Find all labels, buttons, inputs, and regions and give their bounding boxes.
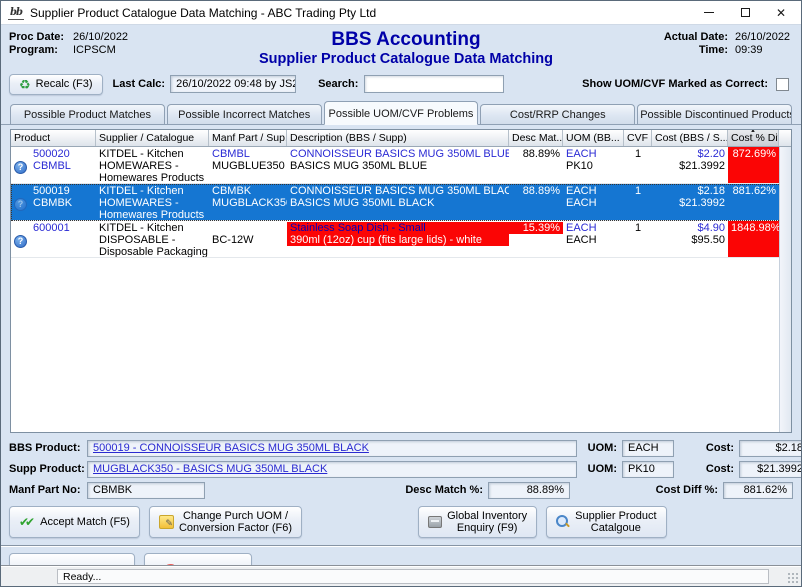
supp-uom-label: UOM: bbox=[577, 463, 617, 475]
search-input[interactable] bbox=[364, 75, 504, 93]
status-bar: Ready... bbox=[1, 565, 801, 586]
vertical-scrollbar[interactable] bbox=[779, 147, 791, 432]
recalc-button[interactable]: ♻ Recalc (F3) bbox=[9, 74, 103, 95]
show-uom-label: Show UOM/CVF Marked as Correct: bbox=[582, 78, 768, 90]
program-label: Program: bbox=[9, 44, 73, 56]
bbs-cost-label: Cost: bbox=[674, 442, 734, 454]
bbs-cost-field: $2.18 bbox=[739, 440, 802, 457]
window-close-button[interactable]: ✕ bbox=[763, 1, 799, 24]
program-value: ICPSCM bbox=[73, 44, 116, 56]
change-purch-uom-button[interactable]: ✎ Change Purch UOM / Conversion Factor (… bbox=[149, 506, 302, 538]
manf-part-field: CBMBK bbox=[87, 482, 205, 499]
bbs-product-field: 500019 - CONNOISSEUR BASICS MUG 350ML BL… bbox=[87, 440, 577, 457]
toolbar: ♻ Recalc (F3) Last Calc: 26/10/2022 09:4… bbox=[1, 67, 801, 97]
inventory-icon bbox=[428, 516, 442, 528]
maximize-icon bbox=[741, 8, 750, 17]
column-header-manf-part-sup[interactable]: Manf Part / Sup... bbox=[209, 130, 287, 146]
supp-cost-field: $21.3992 bbox=[739, 461, 802, 478]
supplier-catalogue-button[interactable]: Supplier Product Catalgoue bbox=[546, 506, 666, 538]
double-check-icon: ✔✔ bbox=[19, 516, 31, 528]
bbs-product-label: BBS Product: bbox=[9, 442, 87, 454]
search-label: Search: bbox=[318, 78, 358, 90]
last-calc-field: 26/10/2022 09:48 by JS2 bbox=[170, 75, 296, 93]
minimize-icon bbox=[704, 12, 714, 13]
manf-part-label: Manf Part No: bbox=[9, 484, 87, 496]
column-header-cost-diff[interactable]: Cost % Diff▲ bbox=[728, 130, 779, 146]
global-inventory-label-line1: Global Inventory bbox=[447, 510, 527, 522]
column-header-desc-mat[interactable]: Desc Mat... bbox=[509, 130, 563, 146]
supp-product-label: Supp Product: bbox=[9, 463, 87, 475]
tab-possible-product-matches[interactable]: Possible Product Matches bbox=[10, 104, 165, 124]
tab-possible-uom-cvf-problems[interactable]: Possible UOM/CVF Problems bbox=[324, 101, 479, 125]
change-purch-label-line2: Conversion Factor (F6) bbox=[179, 522, 292, 534]
actual-date-value: 26/10/2022 bbox=[735, 31, 793, 43]
minimize-button[interactable] bbox=[691, 1, 727, 24]
app-window: bb Supplier Product Catalogue Data Match… bbox=[0, 0, 802, 587]
accept-match-label: Accept Match (F5) bbox=[40, 516, 130, 528]
tab-possible-discontinued-products[interactable]: Possible Discontinued Products bbox=[637, 104, 792, 124]
sort-asc-icon: ▲ bbox=[750, 130, 756, 134]
show-uom-checkbox[interactable] bbox=[776, 78, 789, 91]
supplier-catalogue-label-line2: Catalgoue bbox=[591, 522, 641, 534]
magnifier-icon bbox=[556, 515, 570, 529]
proc-date-label: Proc Date: bbox=[9, 31, 73, 43]
change-purch-label-line1: Change Purch UOM / bbox=[183, 510, 288, 522]
supp-product-field: MUGBLACK350 - BASICS MUG 350ML BLACK bbox=[87, 461, 577, 478]
page-title: Supplier Product Catalogue Data Matching bbox=[224, 52, 588, 67]
question-icon: ? bbox=[14, 161, 27, 174]
action-buttons: ✔✔ Accept Match (F5) ✎ Change Purch UOM … bbox=[1, 502, 801, 538]
column-header-cost-bbs-s[interactable]: Cost (BBS / S... bbox=[652, 130, 728, 146]
desc-match-field: 88.89% bbox=[488, 482, 570, 499]
maximize-button[interactable] bbox=[727, 1, 763, 24]
supp-cost-label: Cost: bbox=[674, 463, 734, 475]
proc-date-value: 26/10/2022 bbox=[73, 31, 128, 43]
bbs-product-link[interactable]: 500019 - CONNOISSEUR BASICS MUG 350ML BL… bbox=[93, 442, 369, 454]
app-logo-icon: bb bbox=[8, 5, 24, 20]
edit-note-icon: ✎ bbox=[159, 515, 174, 529]
recycle-icon: ♻ bbox=[19, 78, 31, 91]
results-grid: ProductSupplier / CatalogueManf Part / S… bbox=[10, 129, 792, 433]
table-row[interactable]: ?500020CBMBLKITDEL - KitchenHOMEWARES -H… bbox=[11, 147, 791, 184]
status-message: Ready... bbox=[57, 569, 769, 584]
cost-diff-label: Cost Diff %: bbox=[570, 484, 718, 496]
title-bar: bb Supplier Product Catalogue Data Match… bbox=[1, 1, 801, 25]
question-icon: ? bbox=[14, 198, 27, 211]
recalc-button-label: Recalc (F3) bbox=[36, 78, 93, 90]
bbs-uom-label: UOM: bbox=[577, 442, 617, 454]
tab-cost-rrp-changes[interactable]: Cost/RRP Changes bbox=[480, 104, 635, 124]
time-label: Time: bbox=[699, 44, 728, 56]
detail-panel: BBS Product: 500019 - CONNOISSEUR BASICS… bbox=[9, 439, 793, 499]
grid-header-row: ProductSupplier / CatalogueManf Part / S… bbox=[11, 130, 791, 147]
tab-possible-incorrect-matches[interactable]: Possible Incorrect Matches bbox=[167, 104, 322, 124]
tab-strip: Possible Product MatchesPossible Incorre… bbox=[1, 101, 801, 125]
bbs-uom-field: EACH bbox=[622, 440, 674, 457]
table-row[interactable]: ?600001KITDEL - KitchenDISPOSABLE -Dispo… bbox=[11, 221, 791, 258]
cost-diff-field: 881.62% bbox=[723, 482, 793, 499]
actual-date-label: Actual Date: bbox=[664, 31, 728, 43]
column-header-supplier-catalogue[interactable]: Supplier / Catalogue bbox=[96, 130, 209, 146]
app-title: BBS Accounting bbox=[224, 30, 588, 50]
window-title: Supplier Product Catalogue Data Matching… bbox=[30, 6, 376, 20]
supplier-catalogue-label-line1: Supplier Product bbox=[575, 510, 656, 522]
global-inventory-label-line2: Enquiry (F9) bbox=[457, 522, 518, 534]
column-header-product[interactable]: Product bbox=[11, 130, 96, 146]
column-header-description-bbs-supp[interactable]: Description (BBS / Supp) bbox=[287, 130, 509, 146]
global-inventory-button[interactable]: Global Inventory Enquiry (F9) bbox=[418, 506, 537, 538]
info-header: Proc Date: 26/10/2022 Program: ICPSCM BB… bbox=[1, 25, 801, 67]
resize-grip[interactable] bbox=[787, 572, 799, 584]
table-row[interactable]: ?500019CBMBKKITDEL - KitchenHOMEWARES -H… bbox=[11, 184, 791, 221]
time-value: 09:39 bbox=[735, 44, 793, 56]
supp-uom-field: PK10 bbox=[622, 461, 674, 478]
supp-product-link[interactable]: MUGBLACK350 - BASICS MUG 350ML BLACK bbox=[93, 463, 327, 475]
column-header-cvf[interactable]: CVF bbox=[624, 130, 652, 146]
desc-match-label: Desc Match %: bbox=[405, 484, 483, 496]
question-icon: ? bbox=[14, 235, 27, 248]
last-calc-label: Last Calc: bbox=[113, 78, 166, 90]
accept-match-button[interactable]: ✔✔ Accept Match (F5) bbox=[9, 506, 140, 538]
column-header-uom-bb[interactable]: UOM (BB... bbox=[563, 130, 624, 146]
